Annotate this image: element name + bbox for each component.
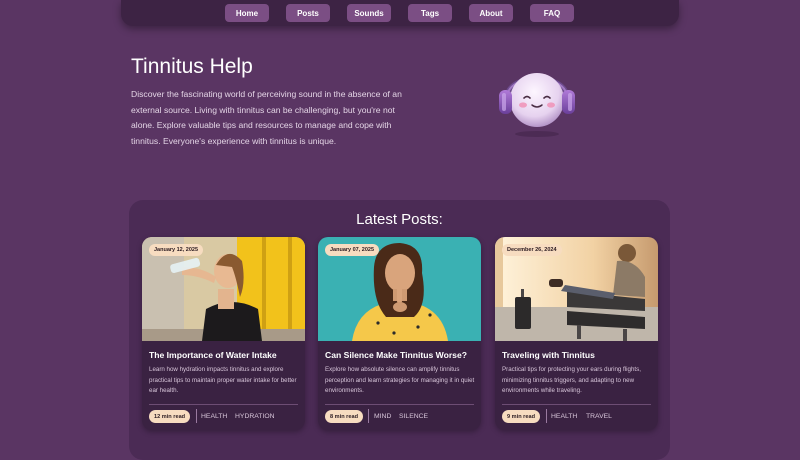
read-time-badge: 12 min read [149,410,191,423]
page-title: Tinnitus Help [131,55,253,78]
hero-description: Discover the fascinating world of percei… [131,89,402,146]
post-card[interactable]: December 26, 2024 Traveling with Tinnitu… [495,237,658,430]
tag-health[interactable]: HEALTH [551,413,577,420]
post-date-badge: January 12, 2025 [149,244,204,256]
post-description: Learn how hydration impacts tinnitus and… [149,366,297,394]
tag-hydration[interactable]: HYDRATION [235,413,275,420]
card-divider [502,404,651,405]
post-date-badge: December 26, 2024 [502,244,562,256]
post-date-badge: January 07, 2025 [325,244,380,256]
top-navbar: Home Posts Sounds Tags About FAQ [121,0,679,26]
post-card[interactable]: January 07, 2025 Can Silence Make Tinnit… [318,237,481,430]
nav-faq-button[interactable]: FAQ [530,4,574,22]
nav-posts-button[interactable]: Posts [286,4,330,22]
latest-posts-heading: Latest Posts: [356,211,443,228]
post-title[interactable]: The Importance of Water Intake [149,350,301,360]
nav-about-button[interactable]: About [469,4,513,22]
post-title[interactable]: Traveling with Tinnitus [502,350,654,360]
tag-silence[interactable]: SILENCE [399,413,428,420]
tag-separator [196,409,197,423]
post-card[interactable]: January 12, 2025 The Importance of Water… [142,237,305,430]
tag-travel[interactable]: TRAVEL [586,413,612,420]
tag-health[interactable]: HEALTH [201,413,227,420]
card-divider [149,404,298,405]
nav-tags-button[interactable]: Tags [408,4,452,22]
latest-posts-panel: Latest Posts: January 12, 2025 The Impor… [129,200,670,460]
headphone-mascot-icon [499,73,575,137]
tag-mind[interactable]: MIND [374,413,391,420]
read-time-badge: 9 min read [502,410,540,423]
post-description: Explore how absolute silence can amplify… [325,366,475,394]
post-description: Practical tips for protecting your ears … [502,366,641,394]
tag-separator [546,409,547,423]
nav-sounds-button[interactable]: Sounds [347,4,391,22]
post-title[interactable]: Can Silence Make Tinnitus Worse? [325,350,477,360]
read-time-badge: 8 min read [325,410,363,423]
post-image-travel[interactable]: December 26, 2024 [495,237,658,341]
card-divider [325,404,474,405]
nav-home-button[interactable]: Home [225,4,269,22]
post-image-water[interactable]: January 12, 2025 [142,237,305,341]
tag-separator [368,409,369,423]
post-image-silence[interactable]: January 07, 2025 [318,237,481,341]
